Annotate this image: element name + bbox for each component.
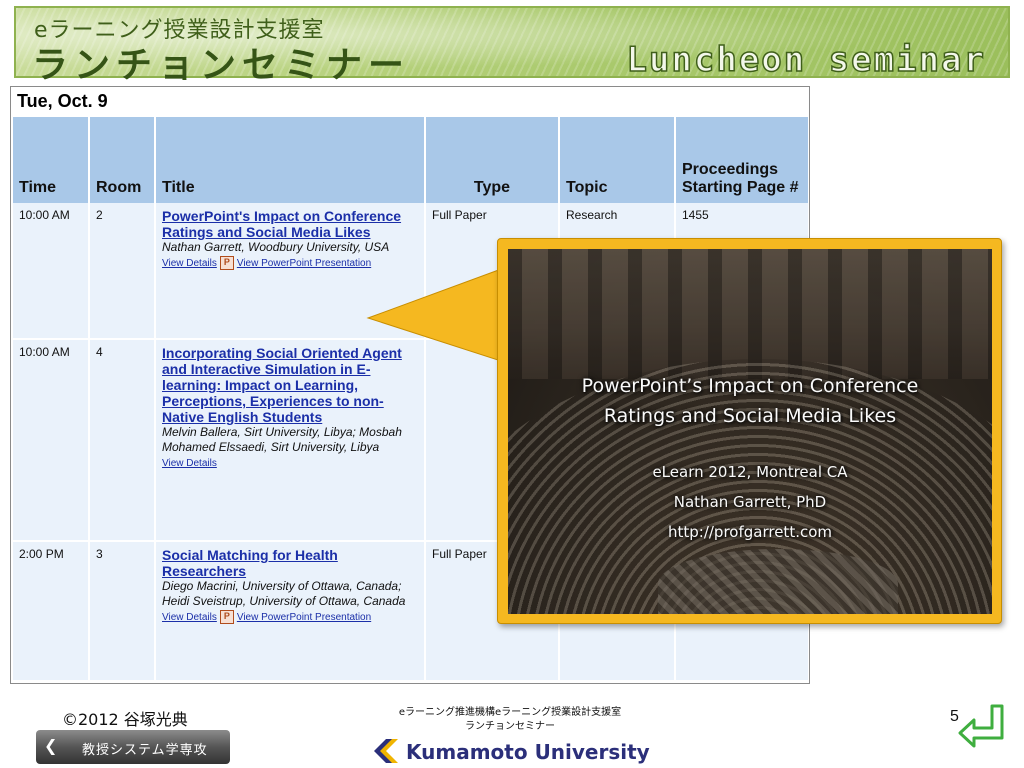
powerpoint-icon[interactable] — [219, 255, 234, 270]
paper-authors: Diego Macrini, University of Ottawa, Can… — [162, 579, 406, 608]
schedule-date: Tue, Oct. 9 — [17, 91, 108, 111]
header-banner: eラーニング授業設計支援室 ランチョンセミナー Luncheon seminar — [14, 6, 1010, 86]
department-label: 教授システム学専攻 — [82, 743, 208, 758]
cell-room: 3 — [89, 541, 156, 682]
paper-title-link[interactable]: Social Matching for Health Researchers — [162, 547, 418, 579]
copyright-notice: ©2012 谷塚光典 — [62, 710, 188, 729]
paper-authors: Melvin Ballera, Sirt University, Libya; … — [162, 425, 402, 454]
column-header-type: Type — [425, 117, 560, 203]
paper-title-link[interactable]: Incorporating Social Oriented Agent and … — [162, 345, 418, 425]
powerpoint-icon[interactable] — [219, 609, 234, 624]
preview-title-line2: Ratings and Social Media Likes — [603, 405, 897, 427]
title-slide-preview: PowerPoint’s Impact on Conference Rating… — [508, 249, 992, 614]
cell-time: 10:00 AM — [13, 203, 90, 340]
preview-author: Nathan Garrett, PhD — [673, 493, 827, 511]
view-details-link[interactable]: View Details — [162, 458, 217, 469]
cell-room: 2 — [89, 203, 156, 340]
footer-office: eラーニング推進機構eラーニング授業設計支援室 ランチョンセミナー — [330, 706, 690, 734]
table-header-row: Time Room Title Type Topic Proceedings S… — [13, 117, 809, 203]
department-button[interactable]: ❮ 教授システム学専攻 — [36, 730, 230, 764]
return-arrow-icon[interactable] — [958, 704, 1006, 750]
view-powerpoint-link[interactable]: View PowerPoint Presentation — [237, 258, 371, 269]
column-header-page: Proceedings Starting Page # — [675, 117, 809, 203]
footer-office-line2: ランチョンセミナー — [465, 721, 555, 732]
university-logo: Kumamoto University — [370, 738, 660, 764]
banner-seminar-name: ランチョンセミナー — [32, 45, 411, 86]
cell-title: PowerPoint's Impact on Conference Rating… — [155, 203, 426, 340]
banner-english-title: Luncheon seminar — [626, 39, 986, 81]
column-header-time: Time — [13, 117, 90, 203]
cell-title: Social Matching for Health Researchers D… — [155, 541, 426, 682]
paper-authors: Nathan Garrett, Woodbury University, USA — [162, 240, 390, 254]
slide: eラーニング授業設計支援室 ランチョンセミナー Luncheon seminar… — [0, 0, 1024, 768]
cell-time: 10:00 AM — [13, 339, 90, 542]
cell-room: 4 — [89, 339, 156, 542]
view-details-link[interactable]: View Details — [162, 612, 217, 623]
cell-time: 2:00 PM — [13, 541, 90, 682]
preview-conference: eLearn 2012, Montreal CA — [652, 463, 848, 481]
paper-title-link[interactable]: PowerPoint's Impact on Conference Rating… — [162, 208, 418, 240]
preview-url: http://profgarrett.com — [667, 523, 833, 541]
column-header-topic: Topic — [559, 117, 676, 203]
footer-office-line1: eラーニング推進機構eラーニング授業設計支援室 — [398, 707, 622, 718]
view-details-link[interactable]: View Details — [162, 258, 217, 269]
university-chevron-icon — [374, 739, 398, 763]
cell-title: Incorporating Social Oriented Agent and … — [155, 339, 426, 542]
university-name: Kumamoto University — [406, 740, 650, 764]
chevron-left-icon: ❮ — [44, 736, 58, 755]
column-header-room: Room — [89, 117, 156, 203]
stage-image — [658, 549, 898, 614]
column-header-title: Title — [155, 117, 426, 203]
preview-title-line1: PowerPoint’s Impact on Conference — [581, 375, 919, 397]
view-powerpoint-link[interactable]: View PowerPoint Presentation — [237, 612, 371, 623]
